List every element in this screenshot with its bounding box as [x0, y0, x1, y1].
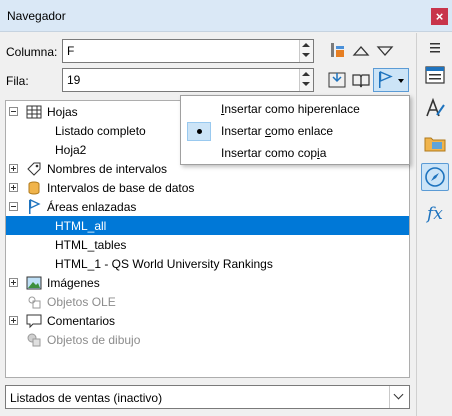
scenarios-button[interactable]	[326, 69, 348, 91]
sheets-icon	[26, 104, 42, 119]
content-toggle-button[interactable]	[326, 40, 348, 62]
tree-item-row[interactable]: HTML_tables	[6, 235, 409, 254]
comments-icon	[26, 313, 42, 329]
triangle-down-icon	[376, 46, 394, 56]
tree-category-row[interactable]: Áreas enlazadas	[6, 197, 409, 216]
menu-item-label-part: omo enlace	[271, 124, 334, 138]
linked-area-icon	[26, 198, 42, 214]
flag-icon	[379, 70, 404, 88]
next-button[interactable]	[374, 40, 396, 62]
tree-item-label: Objetos OLE	[47, 295, 116, 309]
column-spin-field[interactable]: F	[62, 39, 314, 63]
tree-item-label: Nombres de intervalos	[47, 162, 168, 176]
svg-text:fx: fx	[425, 204, 443, 224]
images-icon	[26, 275, 42, 290]
compass-icon	[425, 167, 445, 187]
expand-icon[interactable]	[9, 164, 18, 173]
database-icon	[26, 180, 42, 195]
sidebar-menu-button[interactable]	[421, 35, 449, 63]
navigator-panel: Columna: F Fila: 19 Hojas Listado comple…	[0, 33, 415, 416]
tree-item-label: Intervalos de base de datos	[47, 181, 195, 195]
tree-category-row[interactable]: Comentarios	[6, 311, 409, 330]
tree-category-row[interactable]: Objetos de dibujo	[6, 330, 409, 349]
sidebar-tabbar: fx	[416, 33, 452, 416]
styles-icon	[426, 97, 445, 117]
sidebar-styles-button[interactable]	[421, 95, 449, 123]
tree-item-label: Imágenes	[47, 276, 100, 290]
tree-item-label: HTML_1 - QS World University Rankings	[55, 257, 273, 271]
range-names-icon	[26, 161, 42, 176]
tree-item-label: Listado completo	[55, 124, 146, 138]
menu-item-insert-as-copy[interactable]: Insertar como copia	[181, 142, 409, 164]
document-select-value[interactable]: Listados de ventas (inactivo)	[10, 391, 162, 405]
sidebar-gallery-button[interactable]	[421, 129, 449, 157]
gallery-icon	[424, 137, 446, 152]
tree-item-label: Comentarios	[47, 314, 116, 328]
expand-icon[interactable]	[9, 183, 18, 192]
tree-category-row[interactable]: Imágenes	[6, 273, 409, 292]
tree-category-row[interactable]: Intervalos de base de datos	[6, 178, 409, 197]
title-bar: Navegador ×	[0, 0, 452, 32]
expand-icon[interactable]	[9, 316, 18, 325]
column-label: Columna:	[6, 45, 58, 59]
tree-item-row[interactable]: HTML_1 - QS World University Rankings	[6, 254, 409, 273]
close-button[interactable]: ×	[431, 8, 448, 25]
content-toggle-icon	[331, 43, 344, 57]
spin-up-icon[interactable]	[302, 43, 310, 47]
tree-item-label: Áreas enlazadas	[47, 200, 137, 214]
triangle-up-icon	[352, 46, 370, 56]
scenarios-icon	[328, 72, 346, 88]
spin-down-icon[interactable]	[302, 82, 310, 86]
tree-item-label: Hojas	[47, 105, 78, 119]
properties-icon	[425, 66, 445, 84]
row-spin-field[interactable]: 19	[62, 68, 314, 92]
tree-item-label: Hoja2	[55, 143, 87, 157]
radio-checked-icon	[187, 122, 211, 141]
menu-item-label-part: Insertar como cop	[221, 146, 318, 160]
tree-category-row[interactable]: Objetos OLE	[6, 292, 409, 311]
sidebar-properties-button[interactable]	[421, 62, 449, 90]
menu-item-insert-as-hyperlink[interactable]: Insertar como hiperenlace	[181, 98, 409, 120]
book-icon	[352, 74, 370, 88]
drag-mode-button[interactable]	[373, 68, 409, 92]
column-spin-buttons[interactable]	[299, 40, 313, 62]
hamburger-icon	[430, 43, 440, 53]
sidebar-functions-button[interactable]: fx	[421, 199, 449, 227]
spin-up-icon[interactable]	[302, 72, 310, 76]
tree-item-label: HTML_all	[55, 219, 107, 233]
drag-mode-menu: Insertar como hiperenlace Insertar como …	[180, 95, 410, 165]
collapse-icon[interactable]	[9, 107, 18, 116]
sidebar-navigator-button[interactable]	[421, 163, 449, 191]
expand-icon[interactable]	[9, 278, 18, 287]
menu-item-label-part: a	[319, 146, 327, 160]
menu-item-label-part: Insertar	[221, 124, 266, 138]
documents-button[interactable]	[350, 69, 372, 91]
chevron-down-icon[interactable]	[389, 386, 409, 408]
spin-down-icon[interactable]	[302, 53, 310, 57]
document-select[interactable]: Listados de ventas (inactivo)	[5, 385, 410, 409]
menu-item-insert-as-link[interactable]: Insertar como enlace	[181, 120, 409, 142]
row-spin-buttons[interactable]	[299, 69, 313, 91]
tree-item-label: HTML_tables	[55, 238, 127, 252]
tree-item-label: Objetos de dibujo	[47, 333, 141, 347]
window-title: Navegador	[7, 9, 66, 23]
collapse-icon[interactable]	[9, 202, 18, 211]
tree-item-row[interactable]: HTML_all	[6, 216, 409, 235]
row-label: Fila:	[6, 74, 29, 88]
function-icon: fx	[425, 204, 443, 224]
previous-button[interactable]	[350, 40, 372, 62]
drawing-objects-icon	[26, 332, 42, 347]
row-value[interactable]: 19	[67, 73, 80, 87]
menu-item-label-part: nsertar como hiperenlace	[224, 102, 360, 116]
column-value[interactable]: F	[67, 44, 74, 58]
ole-objects-icon	[26, 294, 42, 309]
